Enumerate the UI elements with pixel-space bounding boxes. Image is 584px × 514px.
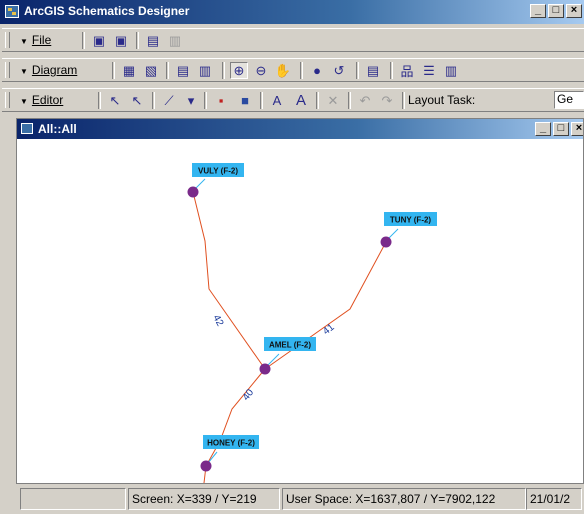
dropdown-arrow-icon: ▼ — [20, 37, 28, 46]
toolbar-separator — [82, 32, 85, 49]
node-amel[interactable] — [259, 363, 271, 375]
close-button[interactable]: × — [566, 4, 582, 18]
schematics-app-icon — [5, 5, 19, 18]
toolbar-separator — [260, 92, 263, 109]
undo-icon[interactable]: ↶ — [356, 92, 374, 109]
node-label-vuly[interactable]: VULY (F-2) — [192, 163, 244, 177]
delete-icon[interactable]: ✕ — [324, 92, 342, 109]
open-diagram-icon[interactable]: ▣ — [90, 32, 108, 49]
toolbar-separator — [300, 62, 303, 79]
node-honey[interactable] — [200, 460, 212, 472]
diagram-document-window: All::All _ □ × VULY (F-2) TUNY (F-2) AME… — [16, 118, 584, 484]
toolbar-separator — [222, 62, 225, 79]
save-diagram-icon[interactable]: ▣ — [112, 32, 130, 49]
layout-columns-icon[interactable]: ▥ — [442, 62, 460, 79]
file-menu[interactable]: ▼ File — [20, 33, 51, 47]
zoom-out-icon[interactable]: ⊖ — [252, 62, 270, 79]
node-label-honey[interactable]: HONEY (F-2) — [203, 435, 259, 449]
node-label-text: VULY (F-2) — [198, 167, 238, 176]
shrink-node-icon[interactable]: ▪ — [212, 92, 230, 109]
maximize-button[interactable]: □ — [548, 4, 564, 18]
layout-tree-icon[interactable]: 品 — [398, 62, 416, 79]
full-extent-globe-icon[interactable]: ● — [308, 62, 326, 79]
link-line-42[interactable] — [192, 191, 266, 370]
document-title-bar: All::All _ □ × — [17, 119, 583, 139]
copy-icon[interactable]: ▤ — [174, 62, 192, 79]
status-panel-empty — [20, 488, 126, 510]
diagram-toolbar: ▼ Diagram ▦ ▧ ▤ ▥ ⊕ ⊖ ✋ ● ↺ ▤ 品 ☰ ▥ — [2, 58, 584, 82]
reshape-tool-icon[interactable]: ⟋ — [160, 92, 178, 109]
document-window-controls: _ □ × — [535, 122, 583, 136]
decrease-font-icon[interactable]: A — [268, 92, 286, 109]
layout-task-label: Layout Task: — [408, 93, 476, 107]
properties-icon[interactable]: ▤ — [144, 32, 162, 49]
minimize-button[interactable]: _ — [530, 4, 546, 18]
schematic-canvas[interactable]: VULY (F-2) TUNY (F-2) AMEL (F-2) HONEY (… — [17, 139, 583, 483]
toolbar-separator — [112, 62, 115, 79]
doc-minimize-button[interactable]: _ — [535, 122, 551, 136]
doc-close-button[interactable]: × — [571, 122, 583, 136]
node-label-text: AMEL (F-2) — [269, 341, 311, 350]
node-tuny[interactable] — [380, 236, 392, 248]
tool-dropdown-arrow-icon[interactable]: ▾ — [182, 92, 200, 109]
table-icon[interactable]: ▤ — [364, 62, 382, 79]
link-line-40[interactable] — [203, 368, 266, 483]
node-leader-line — [387, 228, 399, 240]
layout-horizontal-icon[interactable]: ☰ — [420, 62, 438, 79]
status-bar: Screen: X=339 / Y=219 User Space: X=1637… — [0, 486, 584, 514]
file-toolbar: ▼ File ▣ ▣ ▤ ▥ — [2, 28, 584, 52]
node-label-text: HONEY (F-2) — [207, 439, 255, 448]
diagram-menu[interactable]: ▼ Diagram — [20, 63, 77, 77]
editor-toolbar: ▼ Editor ↖ ↖ ⟋ ▾ ▪ ■ A A ✕ ↶ ↷ Layout Tas… — [2, 88, 584, 112]
window-controls: _ □ × — [530, 4, 582, 18]
save-icon[interactable]: ▧ — [142, 62, 160, 79]
doc-maximize-button[interactable]: □ — [553, 122, 569, 136]
node-leader-line — [194, 178, 206, 190]
toolbar-grip[interactable] — [5, 92, 10, 108]
screen-coordinates: Screen: X=339 / Y=219 — [128, 488, 280, 510]
toolbar-grip[interactable] — [5, 32, 10, 48]
select-tool-icon[interactable]: ↖ — [106, 92, 124, 109]
toolbar-separator — [152, 92, 155, 109]
redo-icon[interactable]: ↷ — [378, 92, 396, 109]
node-label-tuny[interactable]: TUNY (F-2) — [384, 212, 437, 226]
toolbar-separator — [356, 62, 359, 79]
toolbar-separator — [348, 92, 351, 109]
pan-hand-icon[interactable]: ✋ — [274, 62, 292, 79]
refresh-icon[interactable]: ↺ — [330, 62, 348, 79]
toolbar-separator — [390, 62, 393, 79]
document-title: All::All — [38, 122, 77, 136]
editor-menu[interactable]: ▼ Editor — [20, 93, 63, 107]
dropdown-arrow-icon: ▼ — [20, 67, 28, 76]
grow-node-icon[interactable]: ■ — [236, 92, 254, 109]
toolbar-separator — [316, 92, 319, 109]
toolbar-grip[interactable] — [5, 62, 10, 78]
toolbar-separator — [136, 32, 139, 49]
layout-task-dropdown[interactable]: Ge — [554, 91, 584, 109]
move-tool-icon[interactable]: ↖ — [128, 92, 146, 109]
toolbar-separator — [204, 92, 207, 109]
node-label-amel[interactable]: AMEL (F-2) — [264, 337, 316, 351]
toolbar-separator — [98, 92, 101, 109]
report-icon[interactable]: ▥ — [196, 62, 214, 79]
zoom-in-icon[interactable]: ⊕ — [230, 62, 248, 79]
new-diagram-icon[interactable]: ▦ — [120, 62, 138, 79]
link-label-41: 41 — [321, 322, 337, 338]
print-icon[interactable]: ▥ — [166, 32, 184, 49]
node-vuly[interactable] — [187, 186, 199, 198]
increase-font-icon[interactable]: A — [292, 92, 310, 109]
app-title-bar: ArcGIS Schematics Designer _ □ × — [0, 0, 584, 24]
link-label-42: 42 — [210, 313, 225, 328]
node-label-text: TUNY (F-2) — [390, 216, 432, 225]
diagram-doc-icon — [21, 123, 33, 134]
app-title: ArcGIS Schematics Designer — [24, 4, 190, 18]
link-label-40: 40 — [241, 387, 257, 403]
user-space-coordinates: User Space: X=1637,807 / Y=7902,122 — [282, 488, 526, 510]
dropdown-arrow-icon: ▼ — [20, 97, 28, 106]
toolbar-separator — [402, 92, 405, 109]
toolbar-separator — [166, 62, 169, 79]
status-date: 21/01/2 — [526, 488, 582, 510]
